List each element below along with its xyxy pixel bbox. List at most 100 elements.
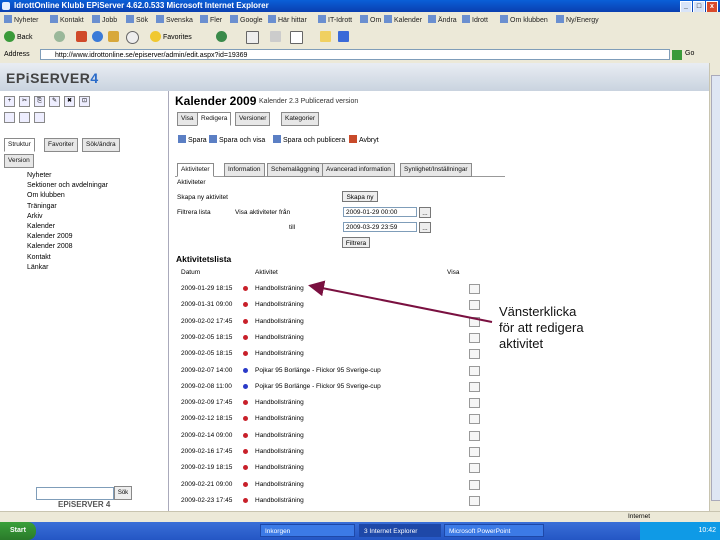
activity-link[interactable]: Handbollsträning [255, 301, 304, 308]
table-row[interactable]: 2009-02-14 09:00 Handbollsträning [169, 430, 480, 448]
view-icon[interactable] [469, 430, 480, 441]
view-icon[interactable] [469, 447, 480, 457]
link-item[interactable]: Idrott [462, 15, 488, 24]
search-button[interactable] [126, 31, 141, 44]
tree-item[interactable]: Sektioner och avdelningar [5, 181, 108, 191]
scrollbar-thumb[interactable] [711, 75, 720, 501]
table-row[interactable]: 2009-02-19 18:15 Handbollsträning [169, 463, 480, 480]
tree-item[interactable]: Om klubben [5, 191, 108, 201]
tab-kategorier[interactable]: Kategorier [281, 112, 319, 126]
tree-item[interactable]: Kontakt [5, 253, 108, 263]
table-row[interactable]: 2009-01-29 18:15 Handbollsträning [169, 284, 480, 301]
copy-icon[interactable]: ⎘ [34, 96, 45, 107]
table-row[interactable]: 2009-02-21 09:00 Handbollsträning [169, 479, 480, 497]
tab-struktur[interactable]: Struktur [4, 138, 35, 152]
table-row[interactable]: 2009-01-31 09:00 Handbollsträning [169, 300, 480, 317]
activity-link[interactable]: Handbollsträning [255, 350, 304, 357]
view-icon[interactable] [469, 495, 480, 506]
subtab-schemalaggning[interactable]: Schemaläggning [267, 163, 324, 177]
link-item[interactable]: Fler [200, 15, 222, 24]
activity-link[interactable]: Pojkar 95 Borlänge - Flickor 95 Sverige-… [255, 367, 381, 374]
activity-link[interactable]: Handbollsträning [255, 285, 304, 292]
tab-visa[interactable]: Visa [177, 112, 198, 126]
view-icon[interactable] [469, 284, 480, 294]
subtab-aktiviteter[interactable]: Aktiviteter [177, 163, 214, 177]
go-arrow-icon[interactable] [672, 50, 682, 60]
cancel-button[interactable]: Avbryt [349, 135, 379, 144]
link-item[interactable]: Kontakt [50, 15, 84, 24]
link-item[interactable]: Ändra [428, 15, 457, 24]
create-new-button[interactable]: Skapa ny [342, 191, 378, 202]
mail-button[interactable] [246, 31, 261, 44]
activity-link[interactable]: Pojkar 95 Borlänge - Flickor 95 Sverige-… [255, 383, 381, 390]
refresh-tree-icon[interactable] [4, 112, 15, 123]
vertical-scrollbar[interactable] [709, 63, 720, 511]
activity-link[interactable]: Handbollsträning [255, 464, 304, 471]
view-icon[interactable] [469, 316, 480, 327]
cut-icon[interactable]: ✂ [19, 96, 30, 107]
filter-button[interactable]: Filtrera [342, 237, 370, 248]
table-row[interactable]: 2009-02-16 17:45 Handbollsträning [169, 447, 480, 464]
taskbar-item[interactable]: 3 Internet Explorer [359, 524, 441, 537]
subtab-synlighet[interactable]: Synlighet/Inställningar [400, 163, 472, 177]
to-date-picker-button[interactable]: ... [419, 222, 431, 233]
edit-button[interactable] [290, 31, 305, 44]
new-page-icon[interactable]: + [4, 96, 15, 107]
table-row[interactable]: 2009-02-05 18:15 Handbollsträning [169, 349, 480, 366]
stop-button[interactable] [76, 31, 89, 42]
table-row[interactable]: 2009-02-07 14:00 Pojkar 95 Borlänge - Fli… [169, 365, 480, 383]
link-item[interactable]: Ny/Energy [556, 15, 599, 24]
view-icon[interactable] [469, 381, 480, 392]
folder-button[interactable] [320, 31, 333, 42]
from-date-input[interactable]: 2009-01-29 00:00 [343, 207, 417, 217]
globe-icon[interactable] [19, 112, 30, 123]
favorites-button[interactable]: Favorites [150, 31, 192, 42]
tree-item[interactable]: Arkiv [5, 212, 108, 222]
home-button[interactable] [108, 31, 121, 42]
activity-link[interactable]: Handbollsträning [255, 448, 304, 455]
tab-sok[interactable]: Sök/ändra [82, 138, 120, 152]
tab-redigera[interactable]: Redigera [197, 112, 232, 126]
link-item[interactable]: Nyheter [4, 15, 39, 24]
table-row[interactable]: 2009-02-12 18:15 Handbollsträning [169, 414, 480, 431]
view-icon[interactable] [34, 112, 45, 123]
table-row[interactable]: 2009-02-08 11:00 Pojkar 95 Borlänge - Fli… [169, 381, 480, 399]
link-item[interactable]: Kalender [384, 15, 422, 24]
from-date-picker-button[interactable]: ... [419, 207, 431, 218]
tree-item[interactable]: Nyheter [5, 171, 108, 181]
table-row[interactable]: 2009-02-05 18:15 Handbollsträning [169, 332, 480, 350]
link-item[interactable]: Jobb [92, 15, 117, 24]
link-item[interactable]: IT-Idrott [318, 15, 352, 24]
view-icon[interactable] [469, 479, 480, 490]
tree-search-input[interactable] [36, 487, 114, 500]
table-row[interactable]: 2009-02-02 17:45 Handbollsträning [169, 316, 480, 334]
edit-icon[interactable]: ✎ [49, 96, 60, 107]
tab-favoriter[interactable]: Favoriter [44, 138, 78, 152]
view-icon[interactable] [469, 463, 480, 474]
save-publish-button[interactable]: Spara och publicera [273, 135, 345, 144]
view-icon[interactable] [469, 365, 480, 376]
tree-item[interactable]: Kalender 2009 [5, 232, 108, 242]
subtab-information[interactable]: Information [224, 163, 265, 177]
tab-version[interactable]: Version [4, 154, 34, 168]
messenger-button[interactable] [338, 31, 351, 42]
subtab-avancerad[interactable]: Avancerad information [322, 163, 395, 177]
print-button[interactable] [270, 31, 283, 42]
view-icon[interactable] [469, 398, 480, 409]
table-row[interactable]: 2009-02-23 17:45 Handbollsträning [169, 495, 480, 511]
activity-link[interactable]: Handbollsträning [255, 497, 304, 504]
tab-versioner[interactable]: Versioner [235, 112, 271, 126]
go-button[interactable]: Go [685, 50, 694, 57]
view-icon[interactable] [469, 332, 480, 343]
link-item[interactable]: Om [360, 15, 381, 24]
taskbar-item[interactable]: Inkorgen [260, 524, 355, 537]
back-button[interactable]: Back [4, 31, 33, 42]
view-icon[interactable] [469, 414, 480, 425]
tree-item[interactable]: Kalender [5, 222, 108, 232]
address-input[interactable]: http://www.idrottonline.se/episerver/adm… [40, 49, 670, 60]
link-item[interactable]: Här hittar [268, 15, 307, 24]
tree-search-button[interactable]: Sök [114, 486, 132, 500]
history-button[interactable] [216, 31, 229, 42]
properties-icon[interactable]: ⊡ [79, 96, 90, 107]
link-item[interactable]: Svenska [156, 15, 193, 24]
